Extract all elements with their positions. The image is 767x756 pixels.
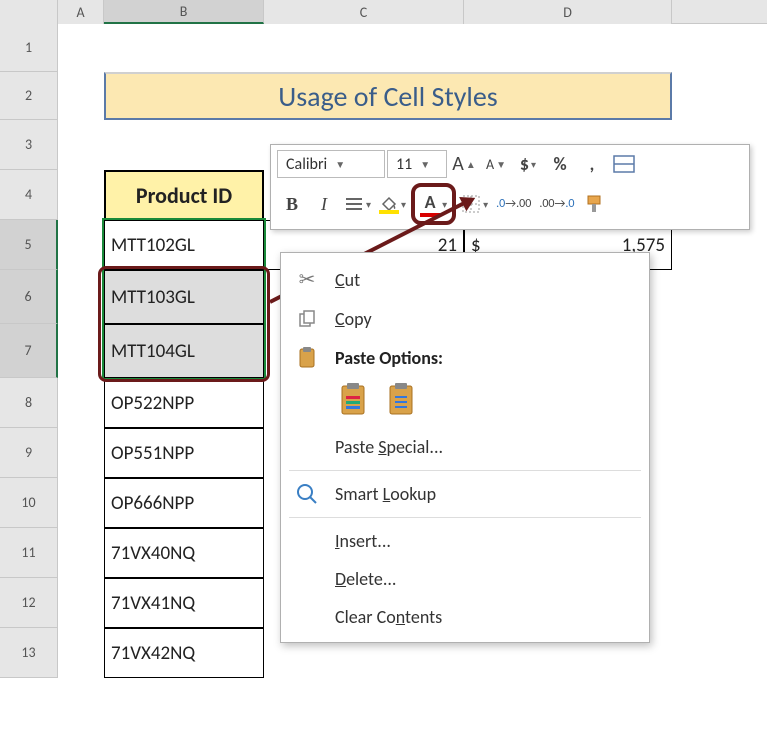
chevron-down-icon: ▼	[496, 158, 506, 171]
font-color-button[interactable]: A ▾	[417, 189, 450, 219]
context-menu: ✂ Cut Copy Paste Options: Paste Speci	[280, 252, 650, 643]
context-insert[interactable]: Insert...	[281, 522, 649, 560]
chevron-up-icon: ▲	[466, 158, 476, 171]
row-headers: 1 2 3 4 5 6 7 8 9 10 11 12 13	[0, 24, 58, 678]
row-header-8[interactable]: 8	[0, 378, 58, 428]
scissors-icon: ✂	[293, 267, 321, 292]
cell-b10[interactable]: OP666NPP	[104, 478, 264, 528]
row-header-2[interactable]: 2	[0, 72, 58, 120]
row-header-5[interactable]: 5	[0, 220, 58, 270]
row-header-1[interactable]: 1	[0, 24, 58, 72]
shrink-font-button[interactable]: A▼	[481, 149, 511, 179]
insert-label: Insert...	[335, 530, 391, 552]
clear-contents-label: Clear Contents	[335, 606, 442, 628]
mini-toolbar: Calibri ▼ 11 ▼ A▲ A▼ $▾ % , B I	[270, 144, 750, 230]
grow-font-button[interactable]: A▲	[449, 149, 479, 179]
format-painter-button[interactable]	[580, 189, 610, 219]
column-headers: A B C D	[0, 0, 767, 24]
font-color-highlight-box: A ▾	[411, 183, 456, 225]
context-paste-special[interactable]: Paste Special...	[281, 428, 649, 466]
chevron-down-icon: ▼	[335, 158, 345, 171]
paste-special-label: Paste Special...	[335, 436, 443, 458]
font-name-value: Calibri	[286, 155, 327, 174]
decrease-decimal-button[interactable]: .00→.0	[536, 189, 577, 219]
select-all-corner[interactable]	[0, 0, 58, 24]
comma-format-button[interactable]: ,	[577, 149, 607, 179]
bold-button[interactable]: B	[277, 189, 307, 219]
row-header-13[interactable]: 13	[0, 628, 58, 678]
row-header-10[interactable]: 10	[0, 478, 58, 528]
merge-center-button[interactable]	[609, 149, 639, 179]
context-cut-label: Cut	[335, 269, 360, 291]
row-header-7[interactable]: 7	[0, 324, 58, 378]
font-name-combo[interactable]: Calibri ▼	[277, 150, 385, 178]
smart-lookup-label: Smart Lookup	[335, 483, 436, 505]
font-size-value: 11	[396, 155, 412, 174]
accounting-format-button[interactable]: $▾	[513, 149, 543, 179]
row-header-3[interactable]: 3	[0, 120, 58, 170]
clipboard-paste-icon	[339, 382, 369, 418]
cell-b8[interactable]: OP522NPP	[104, 378, 264, 428]
context-copy-label: Copy	[335, 308, 372, 330]
copy-icon	[293, 309, 321, 329]
cell-b11[interactable]: 71VX40NQ	[104, 528, 264, 578]
col-header-b[interactable]: B	[104, 0, 264, 24]
clipboard-values-icon	[387, 382, 417, 418]
paste-options-label: Paste Options:	[335, 347, 443, 369]
header-product-id[interactable]: Product ID	[104, 170, 264, 220]
row-header-9[interactable]: 9	[0, 428, 58, 478]
cell-b12[interactable]: 71VX41NQ	[104, 578, 264, 628]
chevron-down-icon: ▼	[420, 158, 430, 171]
context-clear-contents[interactable]: Clear Contents	[281, 598, 649, 636]
align-button[interactable]: ▾	[341, 189, 374, 219]
font-size-combo[interactable]: 11 ▼	[387, 150, 447, 178]
percent-format-button[interactable]: %	[545, 149, 575, 179]
worksheet[interactable]: A B C D 1 2 3 4 5 6 7 8 9 10 11 12 13 Us…	[0, 0, 767, 756]
cell-b9[interactable]: OP551NPP	[104, 428, 264, 478]
cell-b5[interactable]: MTT102GL	[104, 220, 264, 270]
delete-label: Delete...	[335, 568, 396, 590]
paste-default-button[interactable]	[335, 378, 373, 422]
menu-separator	[289, 470, 641, 471]
context-delete[interactable]: Delete...	[281, 560, 649, 598]
align-icon	[344, 196, 364, 212]
borders-icon	[461, 194, 481, 214]
cell-b6[interactable]: MTT103GL	[104, 270, 264, 324]
col-header-c[interactable]: C	[264, 0, 464, 24]
row-header-12[interactable]: 12	[0, 578, 58, 628]
merge-icon	[613, 155, 635, 173]
paste-values-button[interactable]	[383, 378, 421, 422]
context-smart-lookup[interactable]: Smart Lookup	[281, 475, 649, 513]
title-cell[interactable]: Usage of Cell Styles	[104, 72, 672, 120]
row-header-6[interactable]: 6	[0, 270, 58, 324]
cell-b13[interactable]: 71VX42NQ	[104, 628, 264, 678]
fill-color-button[interactable]: ▾	[376, 189, 409, 219]
clipboard-icon	[293, 346, 321, 370]
context-copy[interactable]: Copy	[281, 300, 649, 338]
row-header-11[interactable]: 11	[0, 528, 58, 578]
fill-color-swatch	[379, 210, 399, 214]
italic-button[interactable]: I	[309, 189, 339, 219]
bucket-icon	[379, 194, 399, 210]
col-header-d[interactable]: D	[464, 0, 672, 24]
menu-separator	[289, 517, 641, 518]
cell-b7[interactable]: MTT104GL	[104, 324, 264, 378]
row-header-4[interactable]: 4	[0, 170, 58, 220]
context-paste-options-heading: Paste Options:	[281, 338, 649, 378]
borders-button[interactable]: ▾	[458, 189, 491, 219]
col-header-a[interactable]: A	[58, 0, 104, 24]
search-icon	[293, 483, 321, 505]
paintbrush-icon	[584, 194, 606, 214]
increase-decimal-button[interactable]: .0→.00	[493, 189, 534, 219]
font-color-swatch	[420, 213, 440, 217]
context-cut[interactable]: ✂ Cut	[281, 259, 649, 300]
